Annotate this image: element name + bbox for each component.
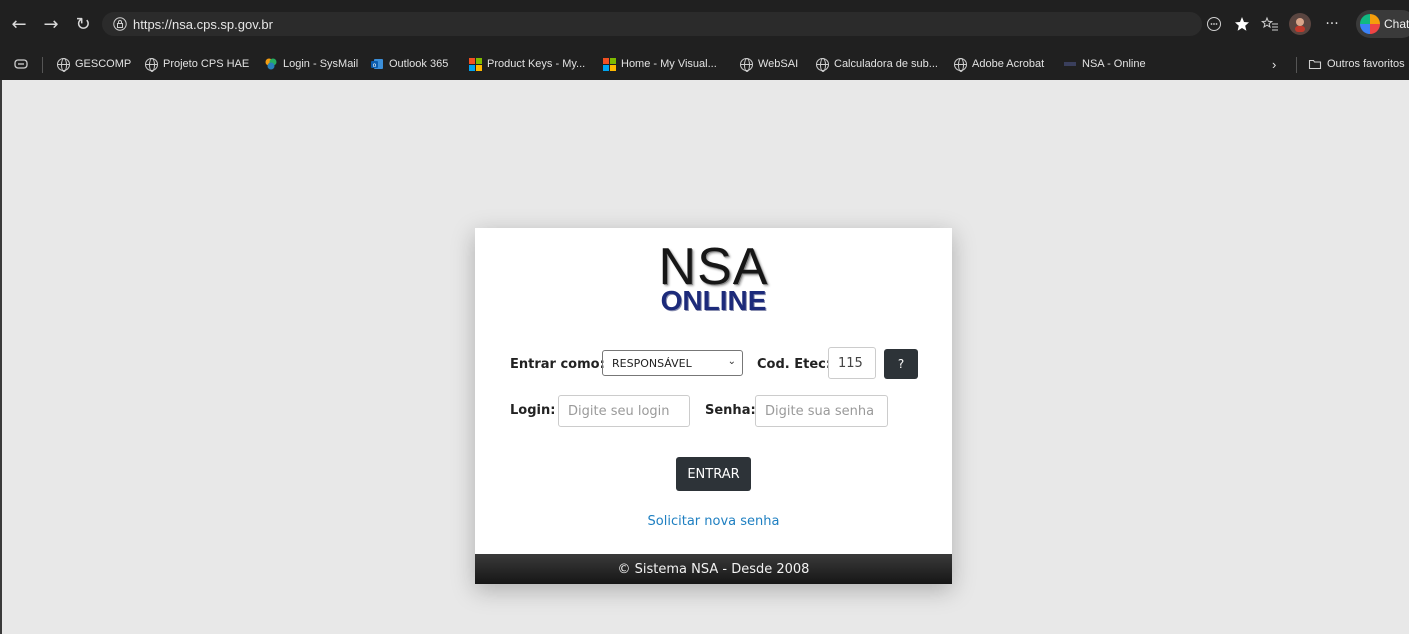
code-etec-input[interactable]: 115 (828, 347, 876, 379)
bookmark-label: Product Keys - My... (487, 58, 586, 70)
other-favorites-label: Outros favoritos (1327, 58, 1405, 70)
chat-label: Chat (1384, 17, 1409, 31)
bookmark-divider (1296, 57, 1297, 73)
bookmark-label: Outlook 365 (389, 58, 449, 70)
bookmark-adobe-acrobat[interactable]: Adobe Acrobat (953, 57, 1045, 72)
microsoft-icon (468, 57, 482, 71)
bookmark-label: WebSAI (758, 58, 799, 70)
browser-controls: ··· (1203, 12, 1343, 36)
login-input[interactable]: Digite seu login (558, 395, 690, 427)
globe-icon (144, 57, 158, 72)
bookmark-label: Projeto CPS HAE (163, 58, 250, 70)
logo-online: ONLINE (660, 285, 767, 316)
address-bar[interactable]: https://nsa.cps.sp.gov.br (102, 12, 1202, 36)
tab-actions-icon[interactable] (14, 57, 28, 71)
copilot-icon (1360, 14, 1380, 34)
lock-icon (113, 17, 127, 31)
bookmarks-bar: GESCOMP Projeto CPS HAE Login - SysMail … (0, 52, 1409, 78)
other-favorites[interactable]: Outros favoritos (1308, 57, 1405, 71)
login-label: Login: (510, 403, 556, 418)
bookmark-label: GESCOMP (75, 58, 132, 70)
bookmark-label: Calculadora de sub... (834, 58, 938, 70)
bookmark-nsa-online[interactable]: NSA - Online (1063, 57, 1146, 71)
url-text: https://nsa.cps.sp.gov.br (133, 16, 273, 32)
outlook-icon: o (370, 57, 384, 71)
enter-button[interactable]: ENTRAR (676, 457, 751, 491)
favorites-list-icon[interactable] (1259, 13, 1281, 35)
window-edge (0, 80, 8, 634)
bookmark-calculadora[interactable]: Calculadora de sub... (815, 57, 938, 72)
role-select[interactable]: RESPONSÁVEL ⌄ (602, 350, 743, 376)
back-icon[interactable]: ← (6, 15, 32, 34)
profile-avatar[interactable] (1289, 13, 1311, 35)
login-card: NSA ONLINE Entrar como: RESPONSÁVEL ⌄ Co… (475, 228, 952, 584)
globe-icon (739, 57, 753, 72)
bookmark-label: Login - SysMail (283, 58, 359, 70)
role-label: Entrar como: (510, 357, 605, 372)
nsa-online-logo: NSA ONLINE (475, 241, 952, 316)
refresh-icon[interactable]: ↻ (70, 15, 96, 34)
bookmark-websai[interactable]: WebSAI (739, 57, 799, 72)
globe-icon (56, 57, 70, 72)
microsoft-icon (602, 57, 616, 71)
browser-chrome: ← → ↻ https://nsa.cps.sp.gov.br ··· Chat (0, 0, 1409, 80)
request-new-password-link[interactable]: Solicitar nova senha (475, 514, 952, 529)
more-icon[interactable]: ··· (1321, 13, 1343, 35)
role-select-value: RESPONSÁVEL (612, 356, 692, 370)
password-input[interactable]: Digite sua senha (755, 395, 888, 427)
globe-icon (953, 57, 967, 72)
bookmark-projeto-cps-hae[interactable]: Projeto CPS HAE (144, 57, 250, 72)
reader-icon[interactable] (1203, 13, 1225, 35)
help-button[interactable]: ? (884, 349, 918, 379)
password-label: Senha: (705, 403, 756, 418)
sysmail-icon (264, 57, 278, 71)
folder-icon (1308, 57, 1322, 71)
bookmark-product-keys[interactable]: Product Keys - My... (468, 57, 585, 71)
copilot-chat-button[interactable]: Chat (1356, 10, 1409, 38)
bookmark-login-sysmail[interactable]: Login - SysMail (264, 57, 358, 71)
code-label: Cod. Etec: (757, 357, 832, 372)
bookmark-label: Adobe Acrobat (972, 58, 1045, 70)
bookmark-label: Home - My Visual... (621, 58, 717, 70)
bookmark-divider (42, 57, 43, 73)
forward-icon[interactable]: → (38, 15, 64, 34)
chevron-down-icon: ⌄ (727, 356, 736, 367)
svg-text:o: o (373, 62, 377, 69)
nsa-icon (1063, 57, 1077, 71)
bookmark-label: NSA - Online (1082, 58, 1146, 70)
bookmark-outlook-365[interactable]: o Outlook 365 (370, 57, 448, 71)
star-favorite-icon[interactable] (1231, 13, 1253, 35)
card-footer: © Sistema NSA - Desde 2008 (475, 554, 952, 584)
chevron-right-icon[interactable]: › (1272, 57, 1276, 72)
bookmark-gescomp[interactable]: GESCOMP (56, 57, 132, 72)
globe-icon (815, 57, 829, 72)
bookmark-home-my-visual[interactable]: Home - My Visual... (602, 57, 717, 71)
